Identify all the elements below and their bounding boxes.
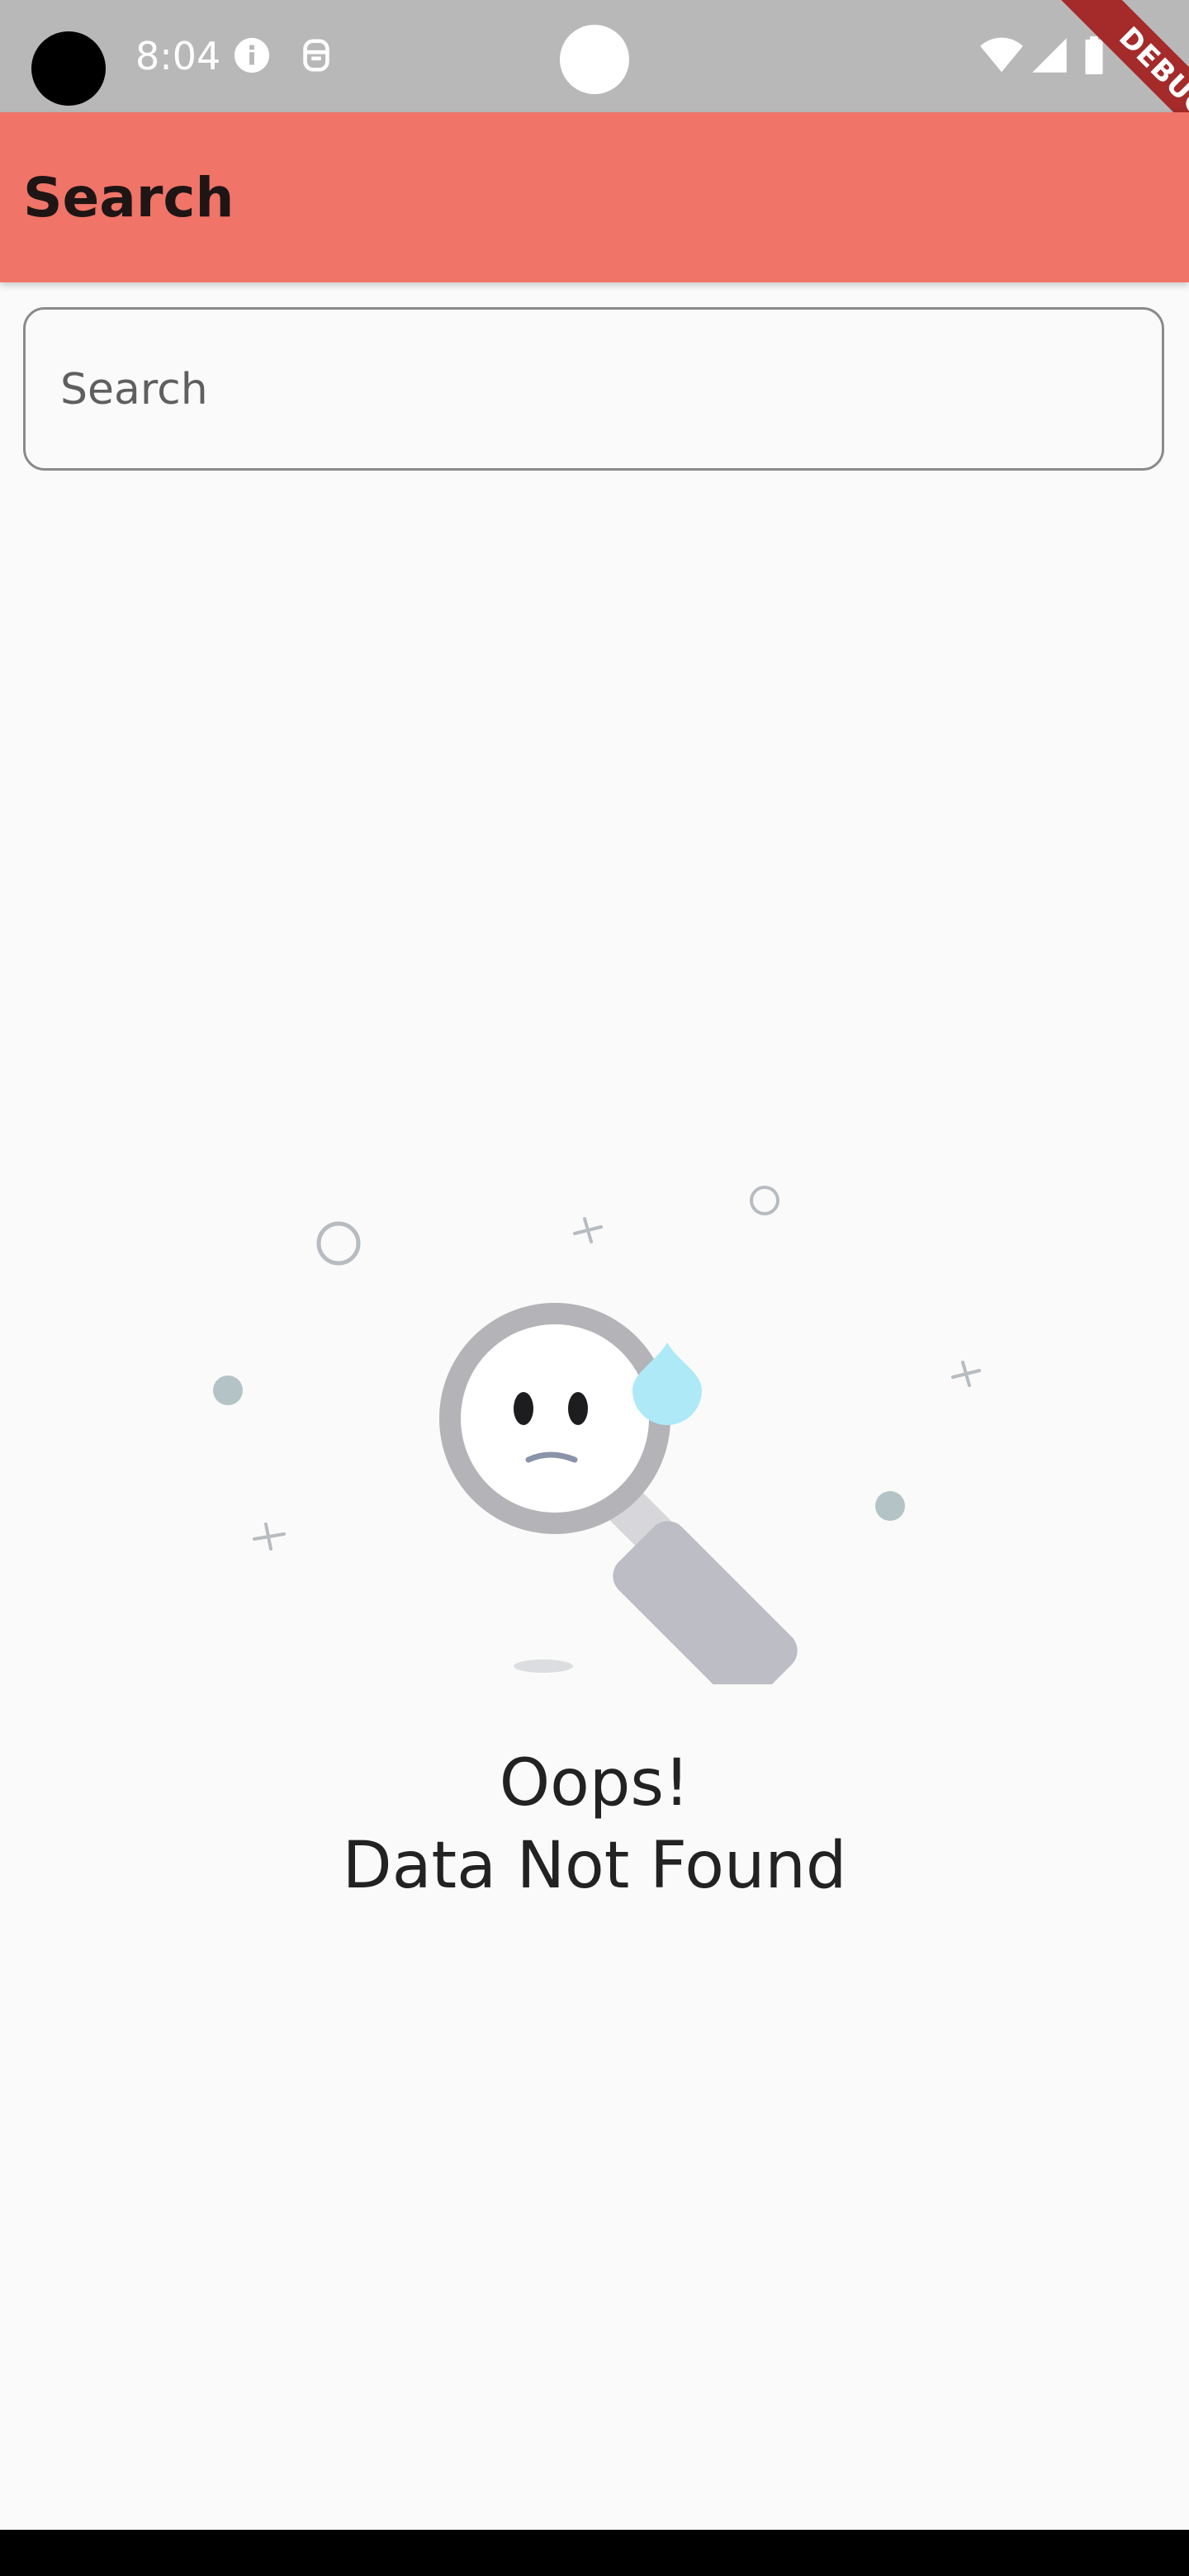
magnifier-handle-icon	[597, 1477, 798, 1684]
wifi-icon	[980, 37, 1023, 73]
front-sensor	[560, 25, 629, 94]
decor-dot-icon	[875, 1491, 905, 1521]
battery-icon	[1085, 36, 1103, 74]
decor-plus-icon	[951, 1361, 981, 1387]
page-title: Search	[23, 166, 234, 230]
eye-icon	[514, 1392, 533, 1425]
search-field[interactable]	[23, 307, 1164, 471]
decor-plus-icon	[573, 1217, 603, 1243]
decor-dot-icon	[213, 1376, 243, 1405]
app-bar: Search	[0, 112, 1189, 282]
decor-circle-icon	[316, 1221, 361, 1266]
empty-state-subtitle: Data Not Found	[342, 1829, 847, 1903]
signal-icon	[1032, 38, 1067, 73]
empty-state-message: Oops! Data Not Found	[0, 1742, 1189, 1907]
eye-icon	[568, 1392, 588, 1425]
status-bar: 8:04	[0, 0, 1189, 112]
system-navigation-bar	[0, 2530, 1189, 2576]
magnifier-lens-icon	[461, 1324, 649, 1513]
notification-icon	[303, 39, 329, 72]
shadow-icon	[514, 1660, 573, 1673]
status-time: 8:04	[135, 34, 221, 78]
empty-state-title: Oops!	[499, 1746, 690, 1821]
camera-hole	[31, 31, 106, 106]
empty-state-illustration	[213, 1186, 981, 1684]
decor-circle-icon	[750, 1186, 779, 1215]
info-icon	[234, 37, 270, 73]
screen: 8:04 DEBUG Search Search Oops! Data Not …	[0, 0, 1189, 2576]
search-input[interactable]	[59, 310, 1135, 470]
decor-plus-icon	[253, 1522, 286, 1551]
